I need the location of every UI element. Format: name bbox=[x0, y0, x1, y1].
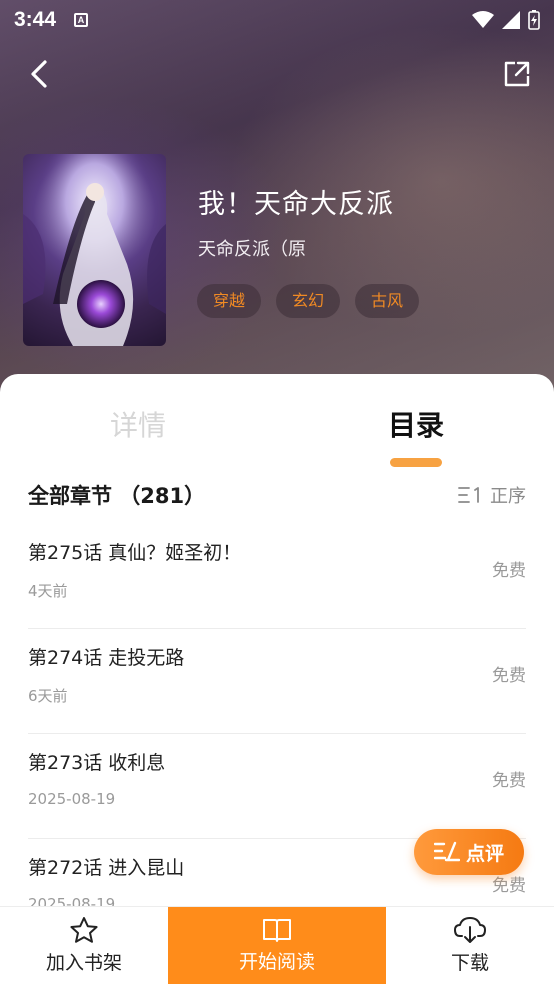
star-icon bbox=[70, 917, 98, 943]
sort-toggle[interactable]: 正序 bbox=[458, 482, 526, 508]
book-tags: 穿越 玄幻 古风 bbox=[197, 284, 420, 318]
notification-icon: A bbox=[74, 13, 89, 27]
tab-detail[interactable]: 详情 bbox=[110, 404, 166, 444]
signal-icon bbox=[502, 11, 520, 29]
all-chapters-label: 全部章节 （281） bbox=[28, 484, 206, 508]
chapter-title: 第275话 真仙？姬圣初！ bbox=[28, 542, 242, 564]
download-label: 下载 bbox=[450, 952, 489, 974]
book-cover[interactable] bbox=[23, 154, 166, 346]
tag-chip[interactable]: 古风 bbox=[355, 284, 420, 318]
chapter-list-header: 全部章节 （281） 正序 bbox=[28, 478, 526, 512]
tab-bar: 详情 目录 bbox=[0, 404, 554, 467]
book-open-icon bbox=[263, 919, 291, 942]
chapter-price: 免费 bbox=[492, 561, 526, 581]
status-icons bbox=[472, 10, 540, 30]
battery-icon bbox=[528, 10, 540, 30]
chapter-row[interactable]: 第273话 收利息 2025-08-19 免费 bbox=[28, 734, 526, 839]
share-button[interactable] bbox=[500, 56, 534, 92]
add-to-shelf-label: 加入书架 bbox=[45, 952, 122, 974]
back-button[interactable] bbox=[22, 54, 56, 94]
chapter-date: 6天前 bbox=[28, 687, 68, 705]
share-icon bbox=[504, 61, 530, 87]
cloud-download-icon bbox=[454, 917, 486, 943]
start-reading-label: 开始阅读 bbox=[238, 951, 315, 973]
tab-catalog[interactable]: 目录 bbox=[388, 404, 444, 444]
sort-asc-icon bbox=[458, 487, 479, 503]
content-sheet: 详情 目录 全部章节 （281） 正序 第275话 真仙？姬圣初！ 4天前 免费… bbox=[0, 374, 554, 984]
review-icon bbox=[433, 841, 460, 862]
wifi-icon bbox=[472, 11, 494, 28]
chapter-title: 第272话 进入昆山 bbox=[28, 857, 185, 879]
chapter-row[interactable]: 第274话 走投无路 6天前 免费 bbox=[28, 629, 526, 734]
chapter-title: 第274话 走投无路 bbox=[28, 647, 185, 669]
sort-label: 正序 bbox=[490, 486, 526, 507]
book-title: 我！天命大反派 bbox=[198, 189, 394, 220]
chapter-date: 4天前 bbox=[28, 582, 68, 600]
start-reading-button[interactable]: 开始阅读 bbox=[168, 907, 386, 984]
chapter-date: 2025-08-19 bbox=[28, 790, 116, 808]
review-button[interactable]: 点评 bbox=[414, 829, 524, 875]
cover-artwork bbox=[23, 154, 166, 346]
bottom-action-bar: 加入书架 开始阅读 下载 bbox=[0, 906, 554, 984]
chapter-row[interactable]: 第275话 真仙？姬圣初！ 4天前 免费 bbox=[28, 524, 526, 629]
tag-chip[interactable]: 穿越 bbox=[197, 284, 262, 318]
chevron-left-icon bbox=[31, 60, 47, 88]
chapter-title: 第273话 收利息 bbox=[28, 752, 166, 774]
chapter-price: 免费 bbox=[492, 666, 526, 686]
active-tab-indicator bbox=[390, 458, 442, 467]
download-button[interactable]: 下载 bbox=[386, 907, 554, 984]
add-to-shelf-button[interactable]: 加入书架 bbox=[0, 907, 168, 984]
status-time: 3:44 bbox=[14, 8, 57, 31]
review-label: 点评 bbox=[465, 842, 504, 865]
chapter-list: 第275话 真仙？姬圣初！ 4天前 免费 第274话 走投无路 6天前 免费 第… bbox=[28, 524, 526, 944]
book-author[interactable]: 天命反派（原 bbox=[198, 235, 306, 261]
chapter-price: 免费 bbox=[492, 771, 526, 791]
tag-chip[interactable]: 玄幻 bbox=[276, 284, 341, 318]
status-bar: 3:44 A bbox=[0, 0, 554, 40]
